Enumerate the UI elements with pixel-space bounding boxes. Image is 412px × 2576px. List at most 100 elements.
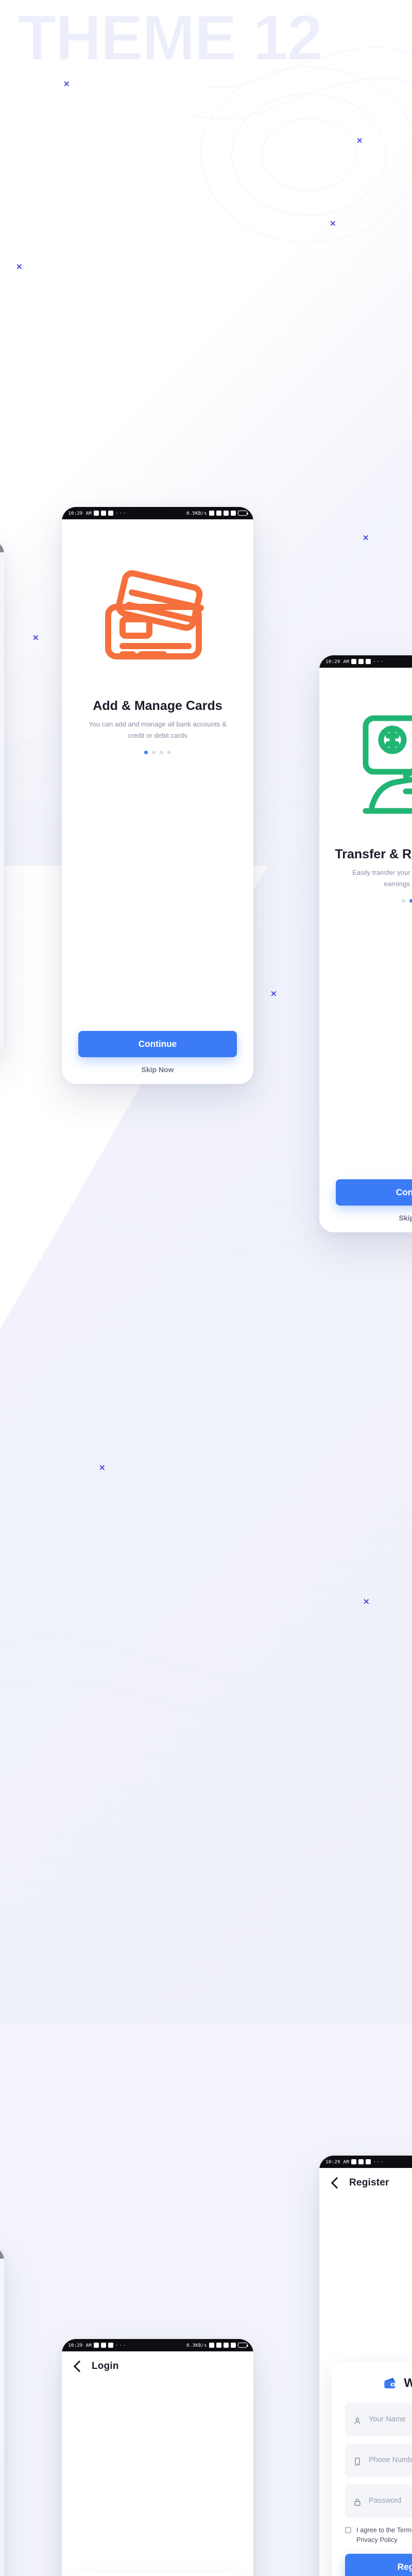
sparkle-icon: ✕ [32,634,39,642]
battery-icon [238,511,249,516]
status-icon [351,659,356,664]
status-time: 10:29 AM [325,2159,349,2165]
sparkle-icon: ✕ [99,1464,106,1472]
sparkle-icon: ✕ [270,990,277,998]
mute-icon [209,2343,214,2348]
status-more-icon: ··· [372,2159,385,2165]
navbar: Login [0,2259,4,2283]
wifi-icon [231,2343,236,2348]
lock-icon [354,2499,360,2506]
sparkle-icon: ✕ [63,80,70,89]
input-field[interactable]: Phone Number [345,2443,412,2477]
onboarding-illustration [62,538,253,692]
phone-icon [355,2458,360,2466]
phone-onboarding-prev[interactable]: 10:29 AM ··· 0.5KB/s Add & Manage Cards … [0,540,4,1055]
onboarding-screen: Add & Manage Cards You can add and manag… [62,519,253,1084]
sparkle-icon: ✕ [363,1598,370,1606]
wallet-logo-icon [384,2378,397,2388]
onboarding-actions: Continue Skip Now [319,1179,412,1222]
user-icon [354,2417,360,2424]
onboarding-title: Add & Manage Cards [0,732,4,761]
status-network-speed: 0.3KB/s [186,2342,207,2348]
sparkle-icon: ✕ [16,263,23,272]
onboarding-title: Transfer & Receive Money [335,847,412,861]
register-screen: Register Werolla Your Name Phone Number … [319,2168,412,2576]
phone-onboarding-transfer[interactable]: 10:29 AM ··· 0.5KB/s Transfer & Receive … [319,655,412,1232]
status-time: 10:29 AM [68,510,92,516]
sparkle-icon: ✕ [363,534,369,543]
status-icon [358,2159,364,2164]
signal-icon [224,2343,229,2348]
status-bar: 10:29 AM ··· 0.5KB/s [62,507,253,519]
status-more-icon: ··· [372,658,385,665]
status-icon [108,511,113,516]
alarm-icon [216,2343,221,2348]
phone-icon [353,2451,362,2470]
status-icon [100,511,106,516]
credit-cards-illustration [105,570,204,659]
input-placeholder: Phone Number [369,2456,412,2465]
page-dot[interactable] [401,899,405,903]
brand-name: Werolla [404,2376,412,2391]
register-card: Werolla Your Name Phone Number Password … [332,2361,412,2576]
page-indicator [0,809,4,813]
status-icon [358,659,364,664]
sparkle-icon: ✕ [330,219,336,228]
hero-theme-text: THEME 12 [17,3,323,74]
register-form-wrap: Werolla Your Name Phone Number Password … [319,2361,412,2576]
status-icon [100,2343,106,2348]
sparkle-icon: ✕ [356,137,363,145]
continue-button[interactable]: Continue [78,1031,237,1057]
login-form-wrap: Werolla Phone Number Password Remember F… [0,2445,4,2576]
onboarding-actions: Continue Skip Now [62,1031,253,1074]
status-network-speed: 0.5KB/s [186,510,207,516]
terms-checkbox[interactable] [345,2527,351,2533]
page-indicator [62,750,253,754]
page-indicator [319,899,412,903]
register-button[interactable]: Register [345,2554,412,2576]
user-icon [353,2410,362,2429]
onboarding-subtitle: Easily transfer your money & receive you… [352,869,412,888]
wifi-icon [231,511,236,516]
login-card: Werolla Phone Number Password Remember F… [74,2572,241,2576]
status-time: 10:29 AM [325,658,349,665]
phone-register[interactable]: 10:29 AM ··· 0.3KB/s Register Werolla [319,2156,412,2576]
page-dot[interactable] [167,750,171,754]
page-dot[interactable] [151,750,156,754]
onboarding-subtitle: You can add and manage all bank accounts… [89,720,227,739]
hero-wallet-text: WALLET [30,216,204,264]
onboarding-screen: Transfer & Receive Money Easily transfer… [319,668,412,1232]
continue-button[interactable]: Continue [336,1179,412,1206]
skip-now-button[interactable]: Skip Now [336,1214,412,1222]
status-more-icon: ··· [115,510,127,516]
status-icon [365,659,371,664]
onboarding-screen: Add & Manage Cards You can add and manag… [0,552,4,1055]
page-dot[interactable] [409,899,412,903]
status-bar: 10:29 AM ··· 0.3KB/s [319,2156,412,2168]
page-dot[interactable] [144,750,148,754]
phone-onboarding-cards[interactable]: 10:29 AM ··· 0.5KB/s Add & Manage Cards … [62,507,253,1084]
onboarding-illustration [0,571,4,725]
terms-row: I agree to the Terms & conditions and Pr… [345,2525,412,2545]
lock-icon [353,2492,362,2511]
input-field[interactable]: Your Name [345,2402,412,2436]
signal-icon [224,511,229,516]
status-bar: 10:29 AM ··· 0.5KB/s [319,655,412,668]
status-icon [93,2343,99,2348]
page-title: Register [349,2177,389,2188]
battery-icon [238,2343,249,2348]
status-icon [108,2343,113,2348]
phone-login-prev[interactable]: 10:29 AM ··· 0.3KB/s Login Werolla [0,2246,4,2576]
login-screen: Login Werolla Phone Number Password Reme… [62,2351,253,2576]
status-icon [365,2159,371,2164]
page-dot[interactable] [160,750,164,754]
onboarding-illustration [319,686,412,841]
skip-now-button[interactable]: Skip Now [78,1065,237,1074]
login-form-wrap: Werolla Phone Number Password Remember F… [62,2572,253,2576]
phone-login[interactable]: 10:29 AM ··· 0.3KB/s Login Werolla [62,2339,253,2576]
back-icon[interactable] [73,2360,85,2372]
login-screen: Login Werolla Phone Number Password Reme… [0,2259,4,2576]
input-field[interactable]: Password [345,2484,412,2518]
onboarding-title: Add & Manage Cards [93,699,222,713]
back-icon[interactable] [331,2177,343,2189]
